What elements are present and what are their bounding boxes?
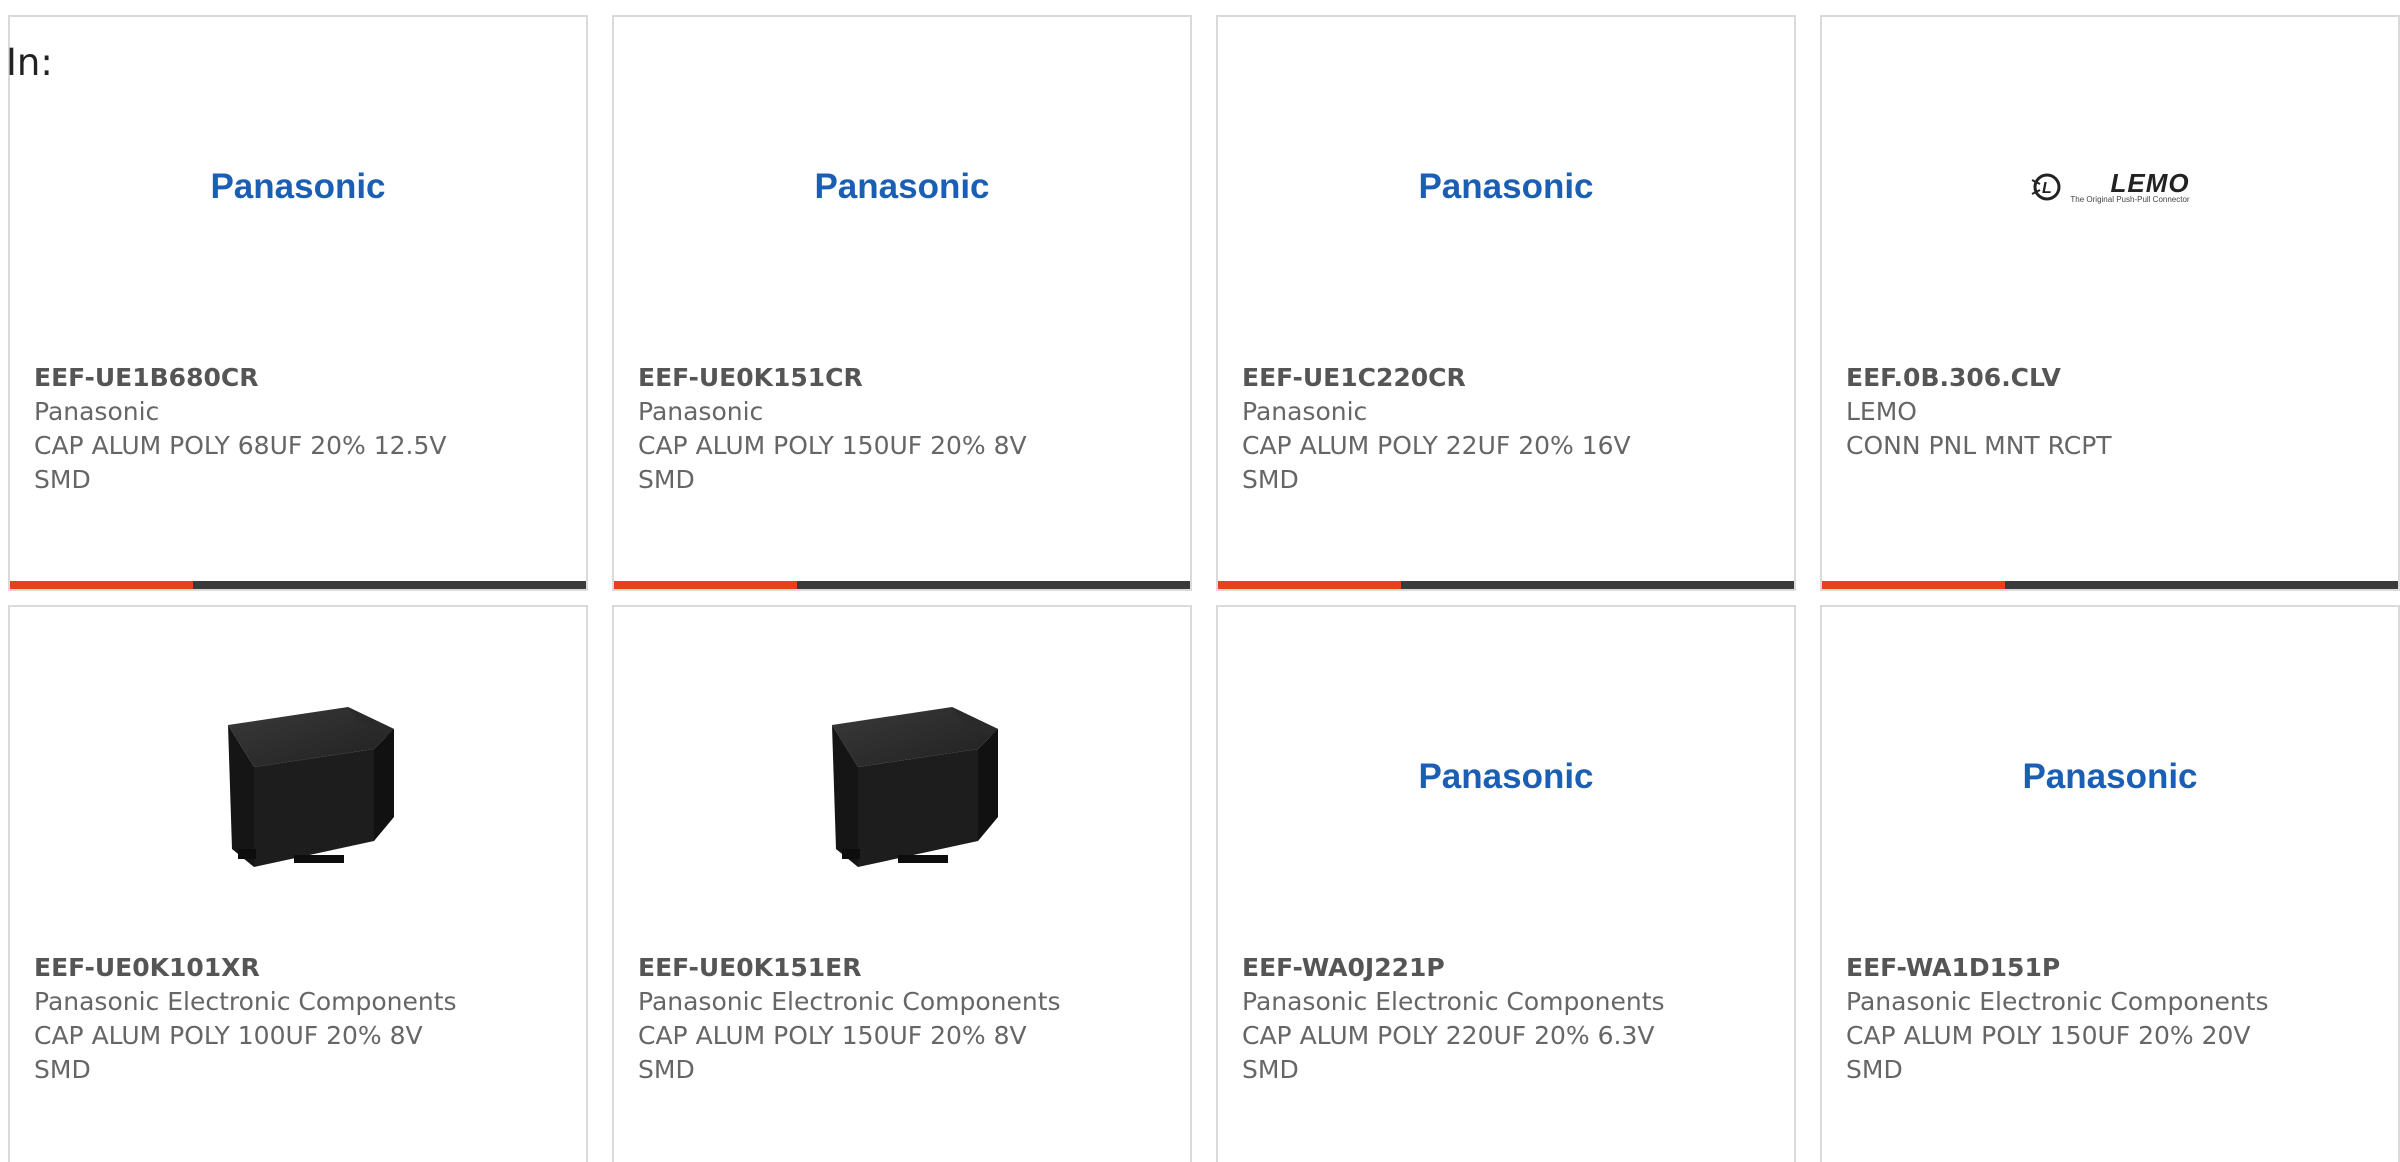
product-card[interactable]: EEF-UE0K151ER Panasonic Electronic Compo… (612, 605, 1192, 1162)
product-info: EEF-UE0K101XR Panasonic Electronic Compo… (34, 951, 554, 1087)
product-card[interactable]: Panasonic EEF-UE0K151CR Panasonic CAP AL… (612, 15, 1192, 591)
part-number-link[interactable]: EEF-UE0K151CR (638, 361, 1158, 395)
product-image[interactable]: Panasonic (614, 17, 1190, 357)
product-card[interactable]: Panasonic EEF-WA1D151P Panasonic Electro… (1820, 605, 2400, 1162)
description-package: SMD (638, 1055, 695, 1084)
product-card[interactable]: EEF-UE0K101XR Panasonic Electronic Compo… (8, 605, 588, 1162)
lemo-emblem-icon: L (2031, 173, 2061, 201)
product-results-page: In: Panasonic EEF-UE1B680CR Panasonic CA… (0, 0, 2400, 1162)
panasonic-logo-icon: Panasonic (2022, 757, 2198, 796)
description: CONN PNL MNT RCPT (1846, 431, 2112, 460)
panasonic-logo-icon: Panasonic (814, 167, 990, 206)
part-number-link[interactable]: EEF-WA1D151P (1846, 951, 2366, 985)
lemo-wordmark: LEMO (2110, 168, 2190, 198)
manufacturer: Panasonic (34, 397, 160, 426)
description: CAP ALUM POLY 100UF 20% 8V (34, 1021, 423, 1050)
manufacturer: Panasonic (1242, 397, 1368, 426)
manufacturer: Panasonic Electronic Components (638, 987, 1061, 1016)
svg-text:L: L (2042, 180, 2052, 197)
capacitor-photo-icon (832, 707, 998, 867)
description-package: SMD (1242, 1055, 1299, 1084)
card-bottom-bar (614, 581, 1190, 589)
product-image[interactable]: Panasonic (1218, 17, 1794, 357)
manufacturer: LEMO (1846, 397, 1917, 426)
product-info: EEF.0B.306.CLV LEMO CONN PNL MNT RCPT (1846, 361, 2366, 463)
product-image[interactable]: L LEMO The Original Push-Pull Connector (1822, 17, 2398, 357)
product-info: EEF-WA0J221P Panasonic Electronic Compon… (1242, 951, 1762, 1087)
description-package: SMD (34, 465, 91, 494)
product-card[interactable]: Panasonic EEF-UE1B680CR Panasonic CAP AL… (8, 15, 588, 591)
part-number-link[interactable]: EEF-WA0J221P (1242, 951, 1762, 985)
description-package: SMD (1242, 465, 1299, 494)
lemo-tagline: The Original Push-Pull Connector (2070, 195, 2190, 204)
description: CAP ALUM POLY 220UF 20% 6.3V (1242, 1021, 1655, 1050)
product-image[interactable]: Panasonic (1218, 607, 1794, 947)
manufacturer: Panasonic Electronic Components (34, 987, 457, 1016)
part-number-link[interactable]: EEF.0B.306.CLV (1846, 361, 2366, 395)
capacitor-photo-icon (228, 707, 394, 867)
part-number-link[interactable]: EEF-UE1B680CR (34, 361, 554, 395)
manufacturer: Panasonic Electronic Components (1846, 987, 2269, 1016)
part-number-link[interactable]: EEF-UE0K101XR (34, 951, 554, 985)
product-grid: Panasonic EEF-UE1B680CR Panasonic CAP AL… (0, 0, 2400, 1162)
description: CAP ALUM POLY 68UF 20% 12.5V (34, 431, 447, 460)
card-bottom-bar (10, 581, 586, 589)
product-image[interactable]: Panasonic (10, 17, 586, 357)
product-info: EEF-UE1B680CR Panasonic CAP ALUM POLY 68… (34, 361, 554, 497)
description: CAP ALUM POLY 150UF 20% 8V (638, 1021, 1027, 1050)
lemo-logo-icon: L LEMO The Original Push-Pull Connector (2030, 168, 2190, 204)
card-bottom-bar (1218, 581, 1794, 589)
product-image[interactable]: Panasonic (1822, 607, 2398, 947)
product-image[interactable] (614, 607, 1190, 947)
part-number-link[interactable]: EEF-UE1C220CR (1242, 361, 1762, 395)
card-accent-bar (1218, 581, 1401, 589)
card-accent-bar (10, 581, 193, 589)
card-bottom-bar (1822, 581, 2398, 589)
manufacturer: Panasonic Electronic Components (1242, 987, 1665, 1016)
manufacturer: Panasonic (638, 397, 764, 426)
panasonic-logo-icon: Panasonic (210, 167, 386, 206)
product-info: EEF-WA1D151P Panasonic Electronic Compon… (1846, 951, 2366, 1087)
panasonic-logo-icon: Panasonic (1418, 167, 1594, 206)
product-info: EEF-UE0K151ER Panasonic Electronic Compo… (638, 951, 1158, 1087)
card-accent-bar (614, 581, 797, 589)
product-info: EEF-UE1C220CR Panasonic CAP ALUM POLY 22… (1242, 361, 1762, 497)
product-card[interactable]: Panasonic EEF-UE1C220CR Panasonic CAP AL… (1216, 15, 1796, 591)
description-package: SMD (1846, 1055, 1903, 1084)
description-package: SMD (638, 465, 695, 494)
in-label: In: (6, 41, 53, 84)
product-card[interactable]: L LEMO The Original Push-Pull Connector … (1820, 15, 2400, 591)
part-number-link[interactable]: EEF-UE0K151ER (638, 951, 1158, 985)
product-info: EEF-UE0K151CR Panasonic CAP ALUM POLY 15… (638, 361, 1158, 497)
description: CAP ALUM POLY 22UF 20% 16V (1242, 431, 1631, 460)
description: CAP ALUM POLY 150UF 20% 20V (1846, 1021, 2251, 1050)
description: CAP ALUM POLY 150UF 20% 8V (638, 431, 1027, 460)
panasonic-logo-icon: Panasonic (1418, 757, 1594, 796)
product-image[interactable] (10, 607, 586, 947)
product-card[interactable]: Panasonic EEF-WA0J221P Panasonic Electro… (1216, 605, 1796, 1162)
card-accent-bar (1822, 581, 2005, 589)
description-package: SMD (34, 1055, 91, 1084)
